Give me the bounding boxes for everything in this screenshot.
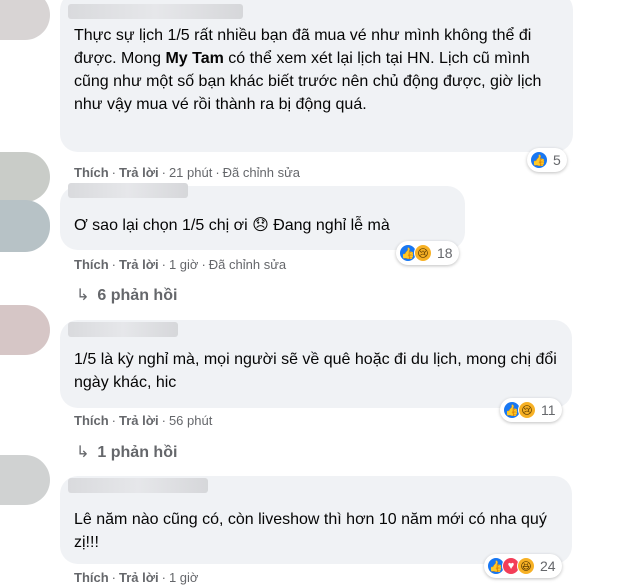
like-button[interactable]: Thích: [74, 165, 109, 180]
edited-label: Đã chỉnh sửa: [208, 257, 287, 272]
reply-button[interactable]: Trả lời: [119, 570, 159, 585]
avatar[interactable]: [0, 152, 50, 202]
like-icon: 👍: [530, 151, 548, 169]
reaction-summary[interactable]: 👍 5: [527, 148, 567, 172]
reaction-count: 18: [437, 245, 453, 261]
avatar[interactable]: [0, 455, 50, 505]
reply-button[interactable]: Trả lời: [119, 413, 159, 428]
timestamp[interactable]: 56 phút: [169, 413, 212, 428]
timestamp[interactable]: 21 phút: [169, 165, 212, 180]
reply-button[interactable]: Trả lời: [119, 165, 159, 180]
sad-icon: 😢: [414, 244, 432, 262]
comment-text: Ơ sao lại chọn 1/5 chị ơi 😞 Đang nghỉ lễ…: [74, 217, 390, 234]
reaction-count: 24: [540, 558, 556, 574]
haha-icon: 😆: [517, 557, 535, 575]
reaction-summary[interactable]: 👍 😢 11: [500, 398, 562, 422]
commenter-name[interactable]: [68, 183, 188, 198]
timestamp[interactable]: 1 giờ: [169, 570, 199, 585]
commenter-name[interactable]: [68, 322, 178, 337]
comment-text: 1/5 là kỳ nghỉ mà, mọi người sẽ về quê h…: [74, 351, 557, 391]
timestamp[interactable]: 1 giờ: [169, 257, 199, 272]
reply-arrow-icon: ↳: [76, 287, 90, 304]
view-replies-link[interactable]: ↳ 6 phản hồi: [76, 285, 177, 305]
commenter-name[interactable]: [68, 478, 208, 493]
reaction-count: 11: [541, 402, 556, 418]
comment-actions: Thích · Trả lời · 56 phút: [74, 413, 213, 428]
avatar[interactable]: [0, 0, 50, 40]
comment-actions: Thích · Trả lời · 1 giờ · Đã chỉnh sửa: [74, 257, 287, 272]
reply-arrow-icon: ↳: [76, 444, 90, 461]
reaction-summary[interactable]: 👍 ♥ 😆 24: [484, 554, 562, 578]
edited-label: Đã chỉnh sửa: [222, 165, 301, 180]
avatar[interactable]: [0, 305, 50, 355]
view-replies-link[interactable]: ↳ 1 phản hồi: [76, 442, 177, 462]
mention-link[interactable]: My Tam: [165, 50, 223, 67]
like-button[interactable]: Thích: [74, 257, 109, 272]
avatar[interactable]: [0, 200, 50, 252]
comment-bubble: Thực sự lịch 1/5 rất nhiều bạn đã mua vé…: [60, 0, 573, 152]
like-button[interactable]: Thích: [74, 413, 109, 428]
reaction-count: 5: [553, 152, 561, 168]
commenter-name[interactable]: [68, 4, 243, 19]
comment-actions: Thích · Trả lời · 1 giờ: [74, 570, 199, 585]
like-button[interactable]: Thích: [74, 570, 109, 585]
reaction-summary[interactable]: 👍 😢 18: [396, 241, 459, 265]
comment-actions: Thích · Trả lời · 21 phút · Đã chỉnh sửa: [74, 165, 301, 180]
comment-text: Lê năm nào cũng có, còn liveshow thì hơn…: [74, 511, 547, 551]
sad-icon: 😢: [518, 401, 536, 419]
reply-button[interactable]: Trả lời: [119, 257, 159, 272]
